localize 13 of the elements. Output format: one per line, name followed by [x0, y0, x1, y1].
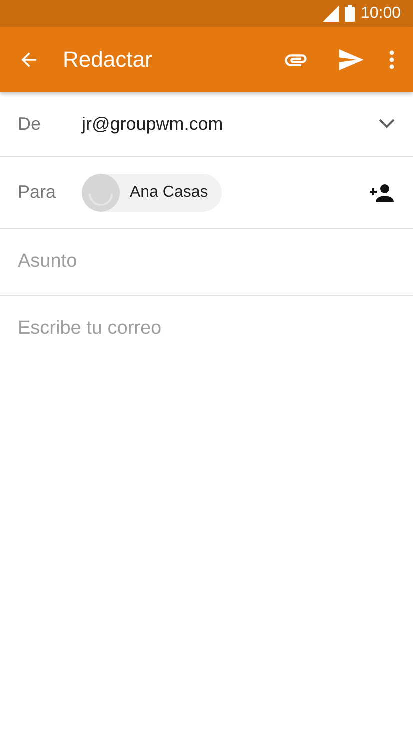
- more-vertical-icon: [389, 50, 395, 70]
- chevron-down-icon[interactable]: [379, 119, 395, 129]
- to-label: Para: [18, 182, 58, 203]
- recipient-chip[interactable]: Ana Casas: [82, 174, 222, 212]
- screen-title: Redactar: [63, 46, 154, 72]
- battery-icon: [344, 5, 355, 22]
- from-label: De: [18, 114, 42, 134]
- status-time: 10:00: [360, 4, 401, 22]
- subject-field[interactable]: Asunto: [18, 251, 395, 273]
- avatar-icon: [82, 174, 120, 212]
- add-person-icon[interactable]: [369, 184, 395, 202]
- from-address: jr@groupwm.com: [82, 114, 224, 134]
- signal-icon: [322, 6, 339, 22]
